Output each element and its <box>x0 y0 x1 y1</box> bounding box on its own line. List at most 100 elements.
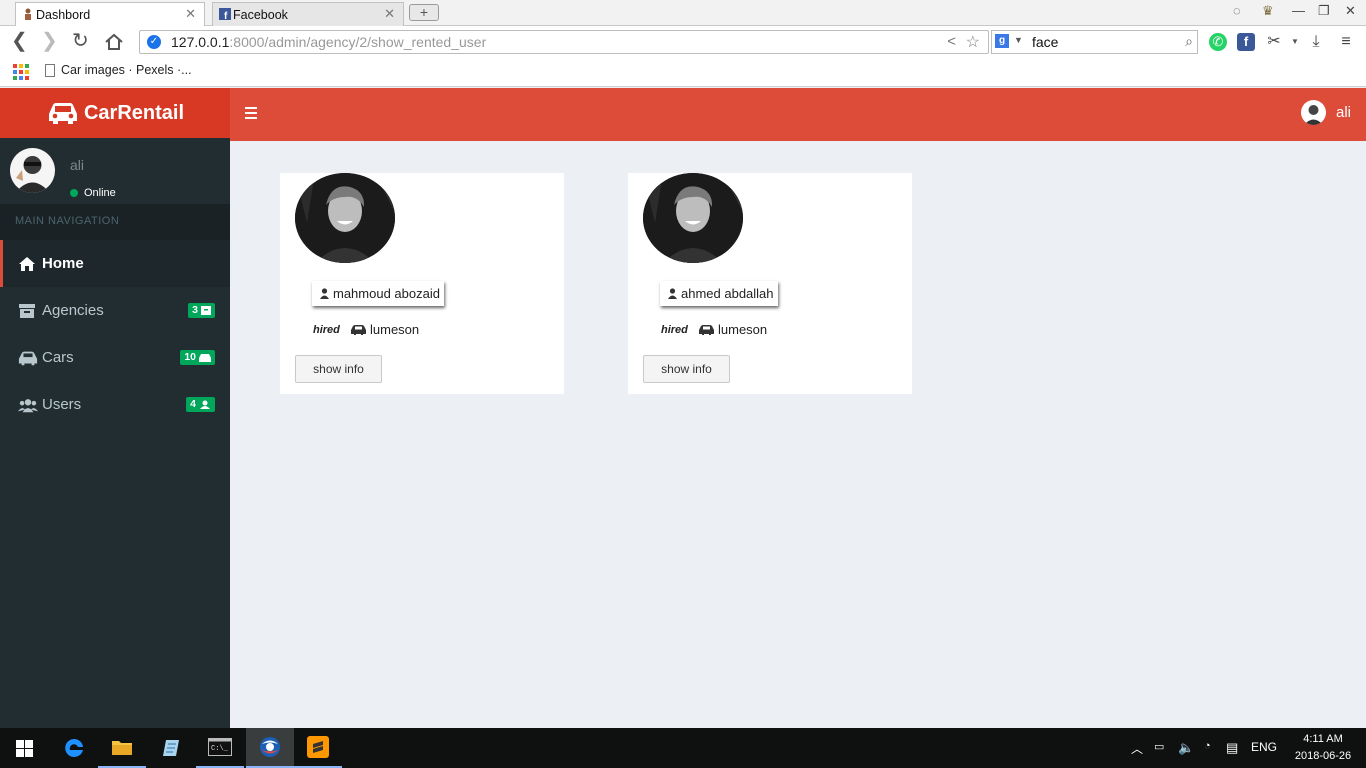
user-icon <box>668 288 677 299</box>
sidebar-item-agencies[interactable]: Agencies 3 <box>0 287 230 334</box>
start-button[interactable] <box>0 728 48 768</box>
badge-count: 10 <box>184 351 196 363</box>
sublime-button[interactable] <box>294 728 342 768</box>
badge-count: 3 <box>192 304 198 316</box>
user-name-tag: mahmoud abozaid <box>312 281 444 306</box>
edge-icon <box>65 738 83 757</box>
car-icon <box>199 353 211 362</box>
user-photo <box>295 173 395 263</box>
search-icon[interactable]: ⌕ <box>1185 33 1193 50</box>
chevron-down-icon[interactable]: ▼ <box>1286 33 1304 51</box>
bookmark-item[interactable]: Car images · Pexels ·... <box>45 63 192 77</box>
share-icon[interactable]: < <box>947 33 956 50</box>
clock-time: 4:11 AM <box>1303 733 1343 745</box>
home-browser-icon[interactable] <box>104 33 124 51</box>
facebook-icon[interactable]: f <box>1237 33 1255 51</box>
sidebar-item-label: Agencies <box>42 302 104 319</box>
sidebar-toggle-icon[interactable] <box>245 107 257 119</box>
user-menu[interactable]: ali <box>1300 100 1351 125</box>
users-icon <box>18 397 38 413</box>
download-icon[interactable]: ⤓ <box>1307 33 1325 51</box>
car-name: lumeson <box>718 322 768 337</box>
forward-icon[interactable]: ❯ <box>41 30 58 52</box>
reload-icon[interactable]: ↻ <box>72 30 89 52</box>
clock-date: 2018-06-26 <box>1294 750 1352 762</box>
wifi-icon[interactable]: ◔ <box>1204 740 1211 752</box>
user-icon <box>320 288 329 299</box>
file-explorer-button[interactable] <box>98 728 146 768</box>
bookmark-star-icon[interactable]: ☆ <box>966 32 980 52</box>
url-path: :8000/admin/agency/2/show_rented_user <box>229 34 487 50</box>
archive-icon <box>201 306 211 315</box>
car-icon <box>351 324 366 335</box>
sidebar-item-cars[interactable]: Cars 10 <box>0 334 230 381</box>
back-icon[interactable]: ❮ <box>11 30 28 52</box>
car-icon <box>699 324 714 335</box>
notepad-icon <box>163 740 179 756</box>
window-close-icon[interactable]: ✕ <box>1345 3 1356 19</box>
badge-count: 4 <box>190 398 196 410</box>
folder-icon <box>112 741 132 755</box>
profile-icon[interactable]: ♛ <box>1262 3 1274 19</box>
tab-close-icon[interactable]: ✕ <box>384 6 395 22</box>
chevron-down-icon[interactable]: ▼ <box>1014 35 1023 45</box>
brand-logo[interactable]: CarRentail <box>0 88 230 138</box>
count-badge: 10 <box>180 350 215 365</box>
tab-title: Dashbord <box>36 7 91 22</box>
terminal-icon: C:\_ <box>208 738 232 756</box>
tab-dashbord[interactable]: Dashbord ✕ <box>15 2 205 26</box>
show-info-button[interactable]: show info <box>643 355 730 383</box>
whatsapp-icon[interactable]: ✆ <box>1209 33 1227 51</box>
minimize-icon[interactable]: — <box>1292 3 1305 18</box>
rented-user-card: ahmed abdallah hired lumeson show info <box>628 173 912 394</box>
browser-taskbar-button[interactable] <box>246 728 294 768</box>
terminal-button[interactable]: C:\_ <box>196 728 244 768</box>
new-tab-button[interactable]: + <box>409 4 439 21</box>
car-name: lumeson <box>370 322 420 337</box>
url-host: 127.0.0.1 <box>171 34 230 50</box>
sidebar-item-users[interactable]: Users 4 <box>0 381 230 428</box>
notepad-button[interactable] <box>147 728 195 768</box>
clock[interactable]: 4:11 AM 2018-06-26 <box>1288 731 1358 765</box>
restore-icon[interactable]: ❐ <box>1318 3 1330 19</box>
windows-icon <box>15 739 33 757</box>
language-indicator[interactable]: ENG <box>1251 740 1277 754</box>
status-label: Online <box>84 187 116 199</box>
edge-button[interactable] <box>50 728 98 768</box>
user-photo <box>643 173 743 263</box>
tab-close-icon[interactable]: ✕ <box>185 6 196 22</box>
archive-icon <box>18 303 38 319</box>
tab-facebook[interactable]: f Facebook ✕ <box>212 2 404 26</box>
apps-icon[interactable] <box>13 64 29 80</box>
notification-icon[interactable]: ▤ <box>1226 740 1238 756</box>
chevron-up-icon[interactable]: ︿ <box>1131 740 1143 757</box>
menu-icon[interactable]: ≡ <box>1337 33 1355 51</box>
sidebar-item-label: Home <box>42 255 84 272</box>
search-query[interactable]: face <box>1032 34 1058 50</box>
svg-text:C:\_: C:\_ <box>211 745 229 753</box>
address-bar[interactable]: ✓ 127.0.0.1:8000/admin/agency/2/show_ren… <box>139 30 989 54</box>
chat-icon[interactable]: ◌ <box>1233 3 1241 18</box>
sidebar-item-label: Cars <box>42 349 74 366</box>
user-name: mahmoud abozaid <box>333 286 440 301</box>
volume-icon[interactable]: 🔈 <box>1178 740 1194 756</box>
car-logo-icon <box>48 103 77 124</box>
bookmarks-bar <box>0 58 1366 87</box>
sidebar-item-home[interactable]: Home <box>0 240 230 287</box>
sublime-text-icon <box>307 736 329 758</box>
sidebar-user-name: ali <box>70 157 85 173</box>
user-status: Online <box>70 187 116 199</box>
scissors-icon[interactable]: ✂ <box>1265 33 1283 51</box>
search-box[interactable]: g ▼ face ⌕ <box>991 30 1198 54</box>
show-info-button[interactable]: show info <box>295 355 382 383</box>
page-icon <box>45 63 55 77</box>
brand-name: CarRentail <box>83 101 185 124</box>
top-user-name: ali <box>1335 104 1351 121</box>
battery-icon[interactable]: ▭ <box>1154 740 1164 753</box>
bookmark-label: Car images · Pexels ·... <box>61 63 192 77</box>
user-name: ahmed abdallah <box>681 286 774 301</box>
nav-header: MAIN NAVIGATION <box>0 204 230 240</box>
secure-icon: ✓ <box>147 35 161 49</box>
count-badge: 4 <box>186 397 215 412</box>
user-name-tag: ahmed abdallah <box>660 281 778 306</box>
